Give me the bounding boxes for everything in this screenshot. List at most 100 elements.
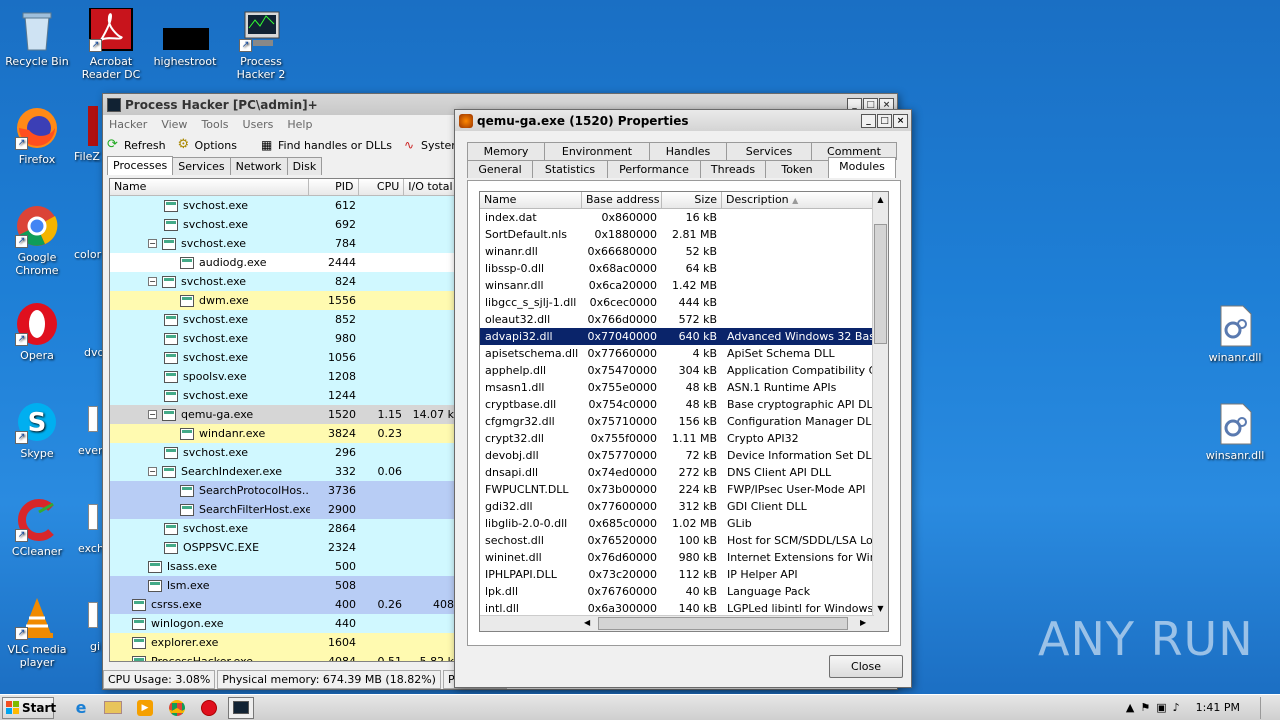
flag-icon[interactable]: ⚑ [1140, 701, 1150, 714]
tab-services[interactable]: Services [172, 157, 231, 175]
tab-handles[interactable]: Handles [649, 142, 727, 160]
show-desktop-button[interactable] [1260, 696, 1274, 719]
scroll-up-arrow-icon[interactable]: ▲ [873, 192, 888, 208]
find-handles-button[interactable]: ▦ Find handles or DLLs [261, 138, 392, 152]
process-row[interactable]: dwm.exe 1556 [110, 291, 456, 310]
desktop-icon-acrobat[interactable]: ↗ Acrobat Reader DC [74, 7, 148, 81]
module-row[interactable]: index.dat 0x860000 16 kB [480, 209, 872, 226]
process-row[interactable]: svchost.exe 692 [110, 215, 456, 234]
scroll-down-arrow-icon[interactable]: ▼ [873, 601, 888, 617]
tab-processes[interactable]: Processes [107, 156, 174, 175]
process-row[interactable]: windanr.exe 3824 0.23 [110, 424, 456, 443]
module-row[interactable]: cryptbase.dll 0x754c0000 48 kB Base cryptog… [480, 396, 872, 413]
module-row[interactable]: gdi32.dll 0x77600000 312 kB GDI Client DLL [480, 498, 872, 515]
module-row[interactable]: IPHLPAPI.DLL 0x73c20000 112 kB IP Helper AP… [480, 566, 872, 583]
process-row[interactable]: svchost.exe 2864 [110, 519, 456, 538]
menu-tools[interactable]: Tools [201, 118, 228, 131]
collapse-toggle[interactable]: − [148, 239, 157, 248]
process-row[interactable]: OSPPSVC.EXE 2324 [110, 538, 456, 557]
taskbar-process-hacker[interactable] [228, 696, 254, 719]
process-row[interactable]: svchost.exe 296 [110, 443, 456, 462]
module-row[interactable]: SortDefault.nls 0x1880000 2.81 MB [480, 226, 872, 243]
collapse-toggle[interactable]: − [148, 277, 157, 286]
tab-environment[interactable]: Environment [544, 142, 650, 160]
horizontal-scrollbar[interactable]: ◀ ▶ [480, 615, 874, 631]
process-row[interactable]: svchost.exe 1244 [110, 386, 456, 405]
hscroll-thumb[interactable] [598, 617, 848, 630]
network-icon[interactable]: ▣ [1156, 701, 1166, 714]
process-row[interactable]: − SearchIndexer.exe 332 0.06 [110, 462, 456, 481]
module-row[interactable]: lpk.dll 0x76760000 40 kB Language Pack [480, 583, 872, 600]
module-row[interactable]: winanr.dll 0x66680000 52 kB [480, 243, 872, 260]
tab-services[interactable]: Services [726, 142, 812, 160]
desktop-icon-ever[interactable]: ever [74, 400, 104, 457]
process-row[interactable]: svchost.exe 612 [110, 196, 456, 215]
module-row[interactable]: cfgmgr32.dll 0x75710000 156 kB Configuratio… [480, 413, 872, 430]
desktop-icon-dvd[interactable]: dvd [74, 302, 104, 359]
taskbar-opera[interactable] [196, 697, 222, 719]
process-row[interactable]: − qemu-ga.exe 1520 1.15 14.07 k [110, 405, 456, 424]
tab-threads[interactable]: Threads [700, 160, 766, 178]
collapse-toggle[interactable]: − [148, 410, 157, 419]
volume-icon[interactable]: ♪ [1173, 701, 1180, 714]
col-io[interactable]: I/O total [404, 179, 456, 195]
col-pid[interactable]: PID [309, 179, 359, 195]
desktop-icon-color[interactable]: color [74, 204, 104, 261]
taskbar-chrome[interactable] [164, 697, 190, 719]
desktop-icon-chrome[interactable]: ↗ Google Chrome [0, 204, 74, 277]
scroll-thumb[interactable] [874, 224, 887, 344]
menu-users[interactable]: Users [243, 118, 274, 131]
module-row[interactable]: msasn1.dll 0x755e0000 48 kB ASN.1 Runtime A… [480, 379, 872, 396]
desktop-icon-exch[interactable]: exch [74, 498, 104, 555]
vertical-scrollbar[interactable]: ▲ ▼ [872, 192, 888, 631]
module-row[interactable]: libssp-0.dll 0x68ac0000 64 kB [480, 260, 872, 277]
collapse-toggle[interactable]: − [148, 467, 157, 476]
close-dialog-button[interactable]: Close [829, 655, 903, 678]
maximize-button[interactable]: □ [877, 113, 892, 128]
process-row[interactable]: lsass.exe 500 [110, 557, 456, 576]
module-row[interactable]: devobj.dll 0x75770000 72 kB Device Informat… [480, 447, 872, 464]
tab-memory[interactable]: Memory [467, 142, 545, 160]
tray-expand-icon[interactable]: ▲ [1126, 701, 1134, 714]
scroll-right-arrow-icon[interactable]: ▶ [860, 618, 866, 627]
menu-hacker[interactable]: Hacker [109, 118, 147, 131]
module-row[interactable]: advapi32.dll 0x77040000 640 kB Advanced Win… [480, 328, 872, 345]
options-button[interactable]: ⚙ Options [178, 138, 237, 152]
minimize-button[interactable]: _ [861, 113, 876, 128]
desktop-icon-ccleaner[interactable]: ↗ CCleaner [0, 498, 74, 558]
module-row[interactable]: apisetschema.dll 0x77660000 4 kB ApiSet Sch… [480, 345, 872, 362]
process-row[interactable]: − svchost.exe 784 [110, 234, 456, 253]
process-row[interactable]: svchost.exe 980 [110, 329, 456, 348]
taskbar-media-player[interactable]: ▶ [132, 697, 158, 719]
tab-network[interactable]: Network [229, 157, 288, 175]
tab-disk[interactable]: Disk [286, 157, 323, 175]
module-row[interactable]: apphelp.dll 0x75470000 304 kB Application C… [480, 362, 872, 379]
desktop-icon-process-hacker[interactable]: ↗ Process Hacker 2 [224, 8, 298, 81]
desktop-icon-firefox[interactable]: ↗ Firefox [0, 106, 74, 166]
desktop-icon-skype[interactable]: S ↗ Skype [0, 400, 74, 460]
desktop-icon-highestroot[interactable]: highestroot [148, 8, 222, 68]
module-row[interactable]: libglib-2.0-0.dll 0x685c0000 1.02 MB GLib [480, 515, 872, 532]
col-cpu[interactable]: CPU [359, 179, 405, 195]
clock[interactable]: 1:41 PM [1196, 701, 1240, 714]
refresh-button[interactable]: ⟳ Refresh [107, 138, 166, 152]
module-row[interactable]: dnsapi.dll 0x74ed0000 272 kB DNS Client API… [480, 464, 872, 481]
taskbar-ie[interactable]: e [68, 697, 94, 719]
process-row[interactable]: csrss.exe 400 0.26 408 [110, 595, 456, 614]
module-row[interactable]: libgcc_s_sjlj-1.dll 0x6cec0000 444 kB [480, 294, 872, 311]
module-row[interactable]: oleaut32.dll 0x766d0000 572 kB [480, 311, 872, 328]
desktop-icon-gi[interactable]: gi [74, 596, 104, 653]
desktop-icon-opera[interactable]: ↗ Opera [0, 302, 74, 362]
start-button[interactable]: Start [2, 696, 56, 719]
tab-token[interactable]: Token [765, 160, 829, 178]
process-row[interactable]: svchost.exe 1056 [110, 348, 456, 367]
col-base-address[interactable]: Base address [582, 192, 662, 208]
tab-performance[interactable]: Performance [607, 160, 701, 178]
col-size[interactable]: Size [662, 192, 722, 208]
taskbar-explorer[interactable] [100, 697, 126, 719]
process-row[interactable]: − svchost.exe 824 [110, 272, 456, 291]
module-row[interactable]: winsanr.dll 0x6ca20000 1.42 MB [480, 277, 872, 294]
process-row[interactable]: winlogon.exe 440 [110, 614, 456, 633]
module-row[interactable]: wininet.dll 0x76d60000 980 kB Internet Exte… [480, 549, 872, 566]
menu-help[interactable]: Help [287, 118, 312, 131]
